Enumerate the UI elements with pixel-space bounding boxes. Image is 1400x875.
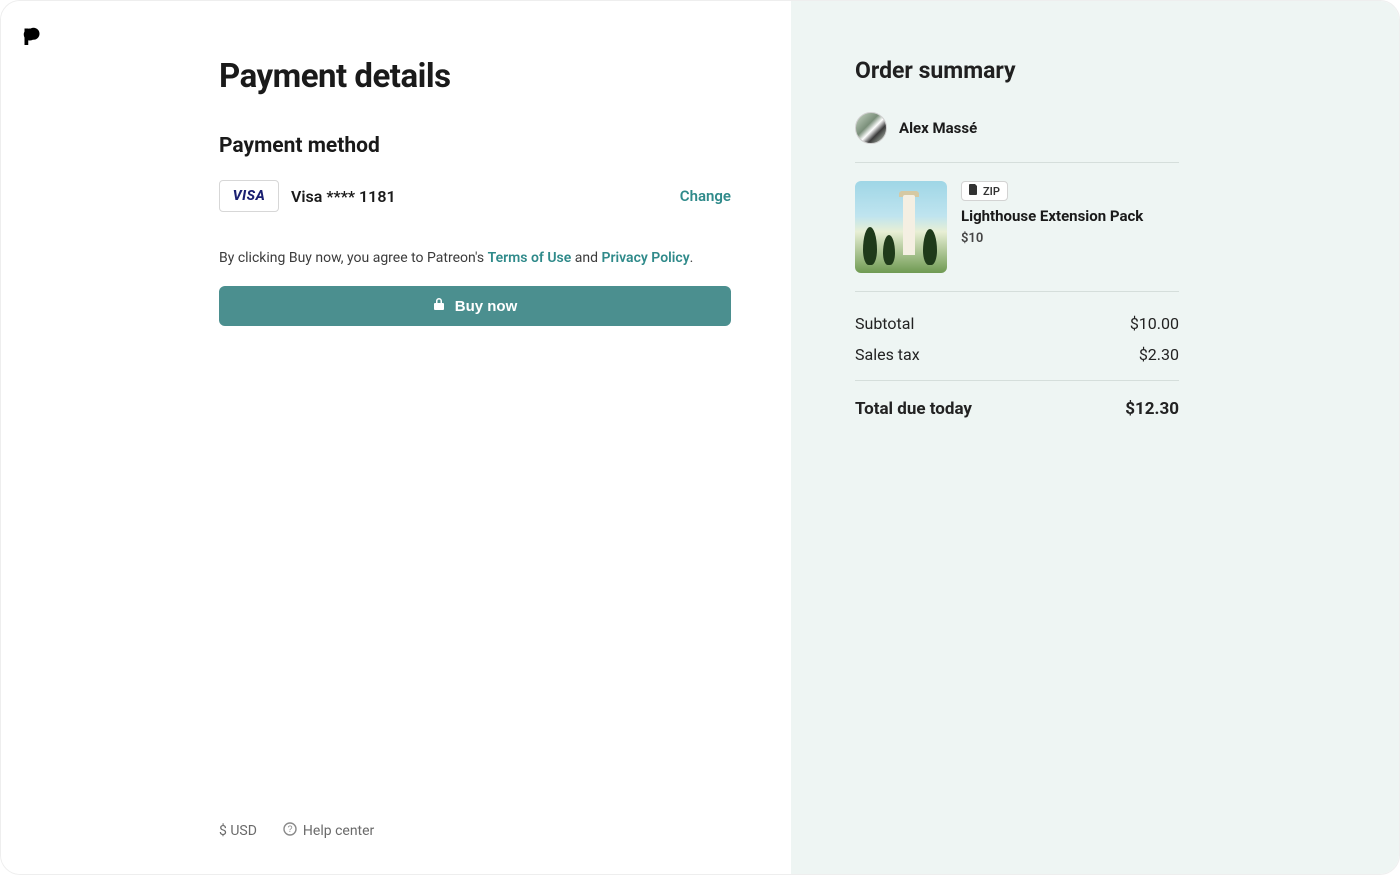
- tax-label: Sales tax: [855, 345, 920, 364]
- legal-between: and: [571, 250, 601, 266]
- help-center-link[interactable]: ? Help center: [283, 822, 374, 840]
- tax-line: Sales tax $2.30: [855, 339, 1179, 370]
- product-price: $10: [961, 231, 983, 246]
- totals-block: Subtotal $10.00 Sales tax $2.30 Total du…: [855, 292, 1179, 425]
- total-due-value: $12.30: [1125, 399, 1179, 419]
- filetype-label: ZIP: [983, 185, 1000, 198]
- tax-value: $2.30: [1139, 345, 1179, 364]
- buy-now-button[interactable]: Buy now: [219, 286, 731, 326]
- help-label: Help center: [303, 823, 374, 839]
- total-due-line: Total due today $12.30: [855, 380, 1179, 425]
- filetype-badge: ZIP: [961, 181, 1008, 201]
- legal-suffix: .: [690, 250, 694, 266]
- payment-pane: Payment details Payment method VISA Visa…: [1, 1, 791, 874]
- page-title: Payment details: [219, 57, 731, 96]
- terms-of-use-link[interactable]: Terms of Use: [488, 250, 572, 266]
- product-meta: ZIP Lighthouse Extension Pack $10: [961, 181, 1143, 273]
- creator-row: Alex Massé: [855, 112, 1179, 163]
- currency-selector[interactable]: $ USD: [219, 823, 257, 839]
- patreon-logo: [23, 27, 41, 47]
- creator-name: Alex Massé: [899, 119, 977, 137]
- product-row: ZIP Lighthouse Extension Pack $10: [855, 163, 1179, 292]
- payment-method-row: VISA Visa **** 1181 Change: [219, 180, 731, 212]
- subtotal-label: Subtotal: [855, 314, 914, 333]
- privacy-policy-link[interactable]: Privacy Policy: [601, 250, 689, 266]
- buy-now-label: Buy now: [455, 298, 518, 315]
- product-name: Lighthouse Extension Pack: [961, 207, 1143, 225]
- checkout-page: Payment details Payment method VISA Visa…: [0, 0, 1400, 875]
- total-due-label: Total due today: [855, 399, 972, 419]
- payment-content: Payment details Payment method VISA Visa…: [219, 57, 731, 326]
- legal-text: By clicking Buy now, you agree to Patreo…: [219, 250, 731, 266]
- order-summary: Order summary Alex Massé: [855, 57, 1179, 425]
- subtotal-value: $10.00: [1130, 314, 1179, 333]
- summary-pane: Order summary Alex Massé: [791, 1, 1399, 874]
- change-payment-link[interactable]: Change: [680, 187, 731, 205]
- footer: $ USD ? Help center: [219, 822, 374, 840]
- product-thumbnail: [855, 181, 947, 273]
- svg-text:?: ?: [287, 824, 292, 834]
- card-brand-badge: VISA: [219, 180, 279, 212]
- help-icon: ?: [283, 822, 297, 840]
- payment-method-title: Payment method: [219, 134, 731, 158]
- file-icon: [969, 184, 978, 198]
- currency-label: $ USD: [219, 823, 257, 839]
- legal-prefix: By clicking Buy now, you agree to Patreo…: [219, 250, 488, 266]
- lock-icon: [433, 297, 445, 315]
- visa-mark: VISA: [233, 188, 266, 204]
- order-summary-title: Order summary: [855, 57, 1179, 84]
- creator-avatar: [855, 112, 887, 144]
- card-last4-label: Visa **** 1181: [291, 187, 668, 206]
- subtotal-line: Subtotal $10.00: [855, 308, 1179, 339]
